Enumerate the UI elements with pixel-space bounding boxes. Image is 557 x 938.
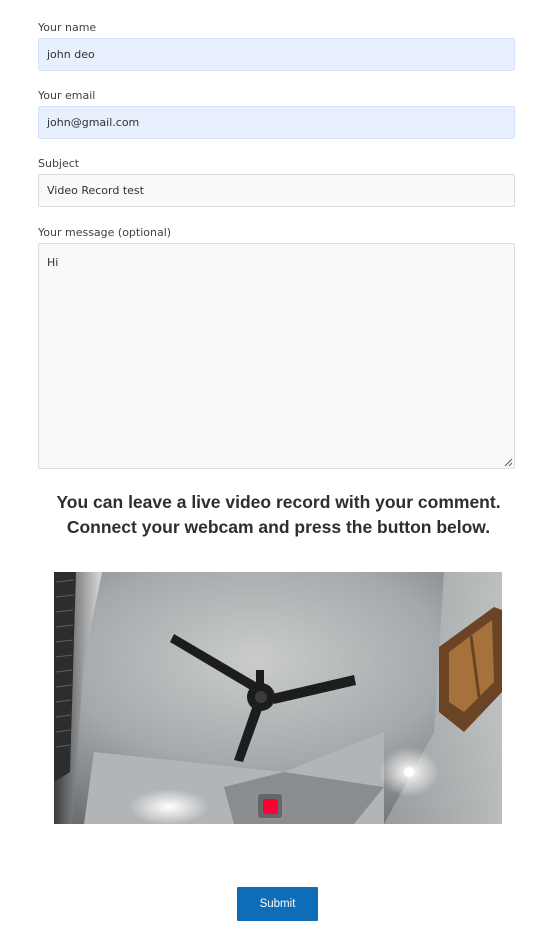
video-prompt-line-1: You can leave a live video record with y… — [56, 492, 501, 512]
submit-button[interactable]: Submit — [237, 887, 318, 921]
message-label: Your message (optional) — [38, 226, 172, 239]
subject-field[interactable]: Video Record test — [38, 174, 515, 207]
webcam-frame-image — [54, 572, 502, 824]
resize-handle-icon[interactable] — [504, 458, 513, 467]
message-textarea[interactable]: Hi — [38, 243, 515, 469]
name-field[interactable]: john deo — [38, 38, 515, 71]
stop-record-icon — [262, 798, 278, 814]
email-label: Your email — [38, 89, 96, 102]
subject-label: Subject — [38, 157, 80, 170]
email-field[interactable]: john@gmail.com — [38, 106, 515, 139]
stop-record-button[interactable] — [256, 792, 284, 820]
message-textarea-value: Hi — [47, 256, 59, 269]
webcam-preview — [54, 572, 502, 824]
subject-field-value: Video Record test — [47, 184, 144, 197]
name-field-value: john deo — [47, 48, 95, 61]
name-label: Your name — [38, 21, 97, 34]
email-field-value: john@gmail.com — [47, 116, 140, 129]
video-prompt-line-2: Connect your webcam and press the button… — [66, 517, 491, 537]
video-record-prompt: You can leave a live video record with y… — [0, 490, 557, 540]
